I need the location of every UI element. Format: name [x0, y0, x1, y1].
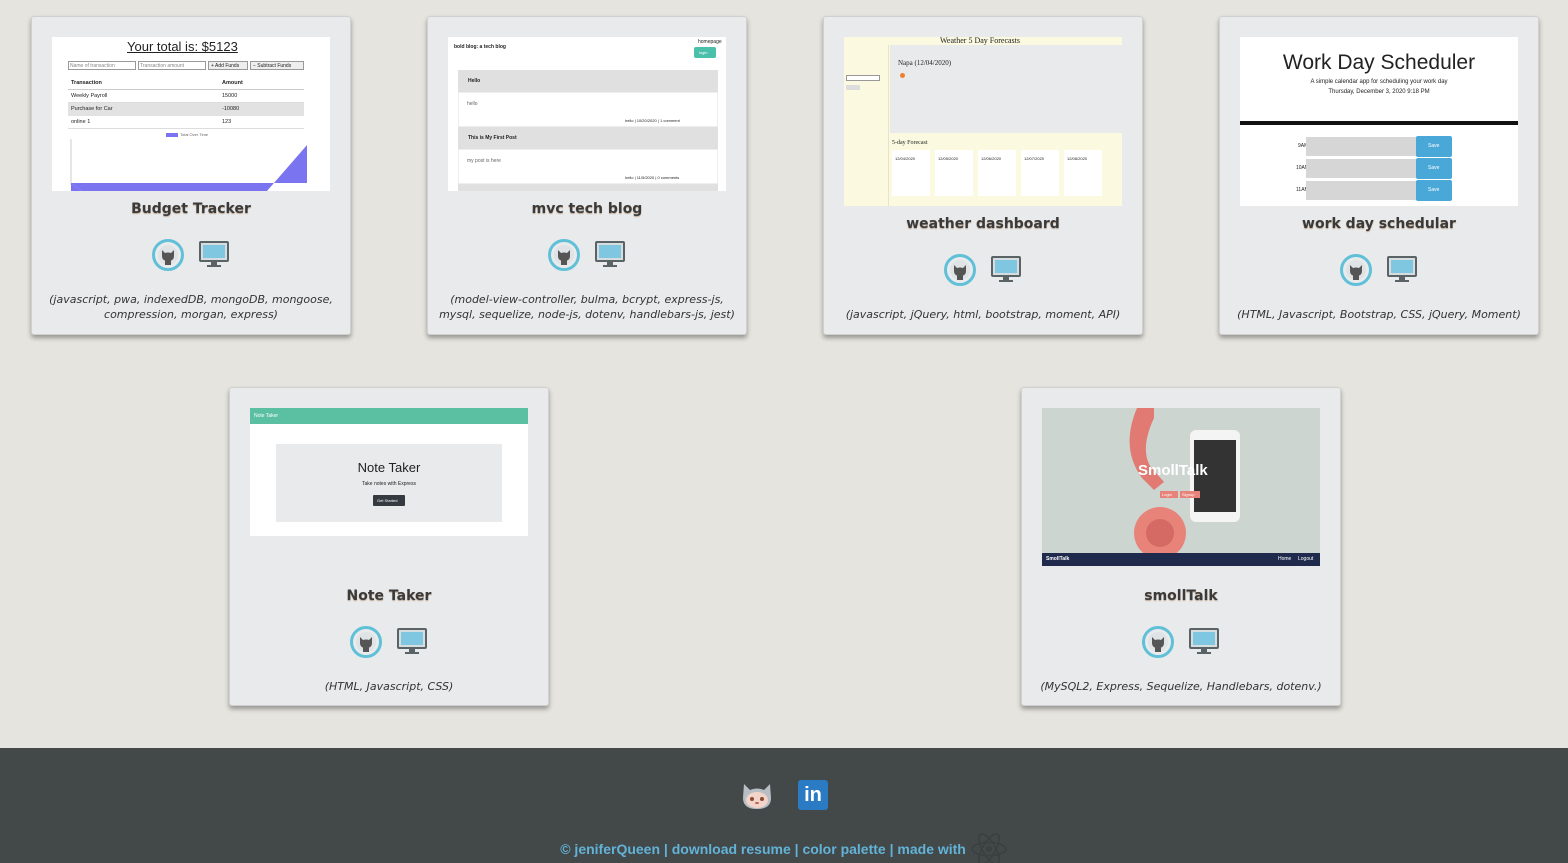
forecast-day: 12/07/2020	[1021, 150, 1059, 196]
preview-subtract-button: − Subtract Funds	[250, 61, 304, 70]
color-palette-link[interactable]: color palette	[802, 841, 885, 857]
project-card: Your total is: $5123 Name of transaction…	[31, 16, 351, 335]
project-tech-list: (MySQL2, Express, Sequelize, Handlebars,…	[1040, 680, 1322, 693]
preview-heading: Your total is: $5123	[127, 39, 238, 54]
monitor-icon[interactable]	[1188, 626, 1220, 658]
preview-chart	[70, 139, 307, 191]
project-card: SmollTalk Login Signup SmollTalk Home Lo…	[1021, 387, 1341, 706]
project-title: mvc tech blog	[531, 201, 643, 217]
footer: in © jeniferQueen | download resume | co…	[0, 748, 1568, 863]
monitor-icon[interactable]	[990, 254, 1022, 286]
github-icon[interactable]	[1340, 254, 1372, 286]
project-title: Note Taker	[346, 588, 432, 604]
project-title: work day schedular	[1302, 216, 1456, 232]
react-icon	[970, 833, 1008, 863]
project-screenshot: Your total is: $5123 Name of transaction…	[52, 37, 330, 191]
made-with-text: made with	[897, 841, 966, 857]
download-resume-link[interactable]: download resume	[672, 841, 791, 857]
github-icon[interactable]	[548, 239, 580, 271]
project-tech-list: (javascript, pwa, indexedDB, mongoDB, mo…	[49, 293, 333, 321]
separator: |	[794, 841, 799, 857]
linkedin-icon[interactable]: in	[798, 780, 828, 810]
preview-add-button: + Add Funds	[208, 61, 248, 70]
project-screenshot: bold blog: a tech blog homepage login He…	[448, 37, 726, 191]
project-card: Work Day Scheduler A simple calendar app…	[1219, 16, 1539, 335]
separator: |	[663, 841, 668, 857]
project-title: smollTalk	[1144, 588, 1218, 604]
github-icon[interactable]	[350, 626, 382, 658]
project-screenshot: Weather 5 Day Forecasts Napa (12/04/2020…	[844, 37, 1122, 206]
project-tech-list: (model-view-controller, bulma, bcrypt, e…	[439, 293, 735, 321]
forecast-day: 12/08/2020	[1064, 150, 1102, 196]
separator: |	[889, 841, 894, 857]
project-tech-list: (HTML, Javascript, CSS)	[324, 680, 454, 693]
forecast-day: 12/04/2020	[892, 150, 930, 196]
footer-links: © jeniferQueen | download resume | color…	[0, 833, 1568, 863]
preview-table: Transaction Amount Weekly Payroll 15000 …	[68, 77, 304, 129]
project-card: bold blog: a tech blog homepage login He…	[427, 16, 747, 335]
project-title: weather dashboard	[906, 216, 1060, 232]
project-title: Budget Tracker	[131, 201, 251, 217]
monitor-icon[interactable]	[396, 626, 428, 658]
github-icon[interactable]	[944, 254, 976, 286]
monitor-icon[interactable]	[1386, 254, 1418, 286]
copyright-text: © jeniferQueen	[560, 841, 661, 857]
forecast-day: 12/06/2020	[978, 150, 1016, 196]
project-screenshot: SmollTalk Login Signup SmollTalk Home Lo…	[1042, 408, 1320, 566]
project-card: Weather 5 Day Forecasts Napa (12/04/2020…	[823, 16, 1143, 335]
github-icon[interactable]	[1142, 626, 1174, 658]
preview-amount-input: Transaction amount	[138, 61, 206, 70]
project-screenshot: Note Taker Note Taker Take notes with Ex…	[250, 408, 528, 536]
monitor-icon[interactable]	[198, 239, 230, 271]
monitor-icon[interactable]	[594, 239, 626, 271]
github-icon[interactable]	[740, 780, 774, 812]
preview-name-input: Name of transaction	[68, 61, 136, 70]
project-tech-list: (javascript, jQuery, html, bootstrap, mo…	[845, 308, 1121, 321]
forecast-day: 12/05/2020	[935, 150, 973, 196]
project-tech-list: (HTML, Javascript, Bootstrap, CSS, jQuer…	[1237, 308, 1521, 321]
project-screenshot: Work Day Scheduler A simple calendar app…	[1240, 37, 1518, 206]
github-icon[interactable]	[152, 239, 184, 271]
project-card: Note Taker Note Taker Take notes with Ex…	[229, 387, 549, 706]
